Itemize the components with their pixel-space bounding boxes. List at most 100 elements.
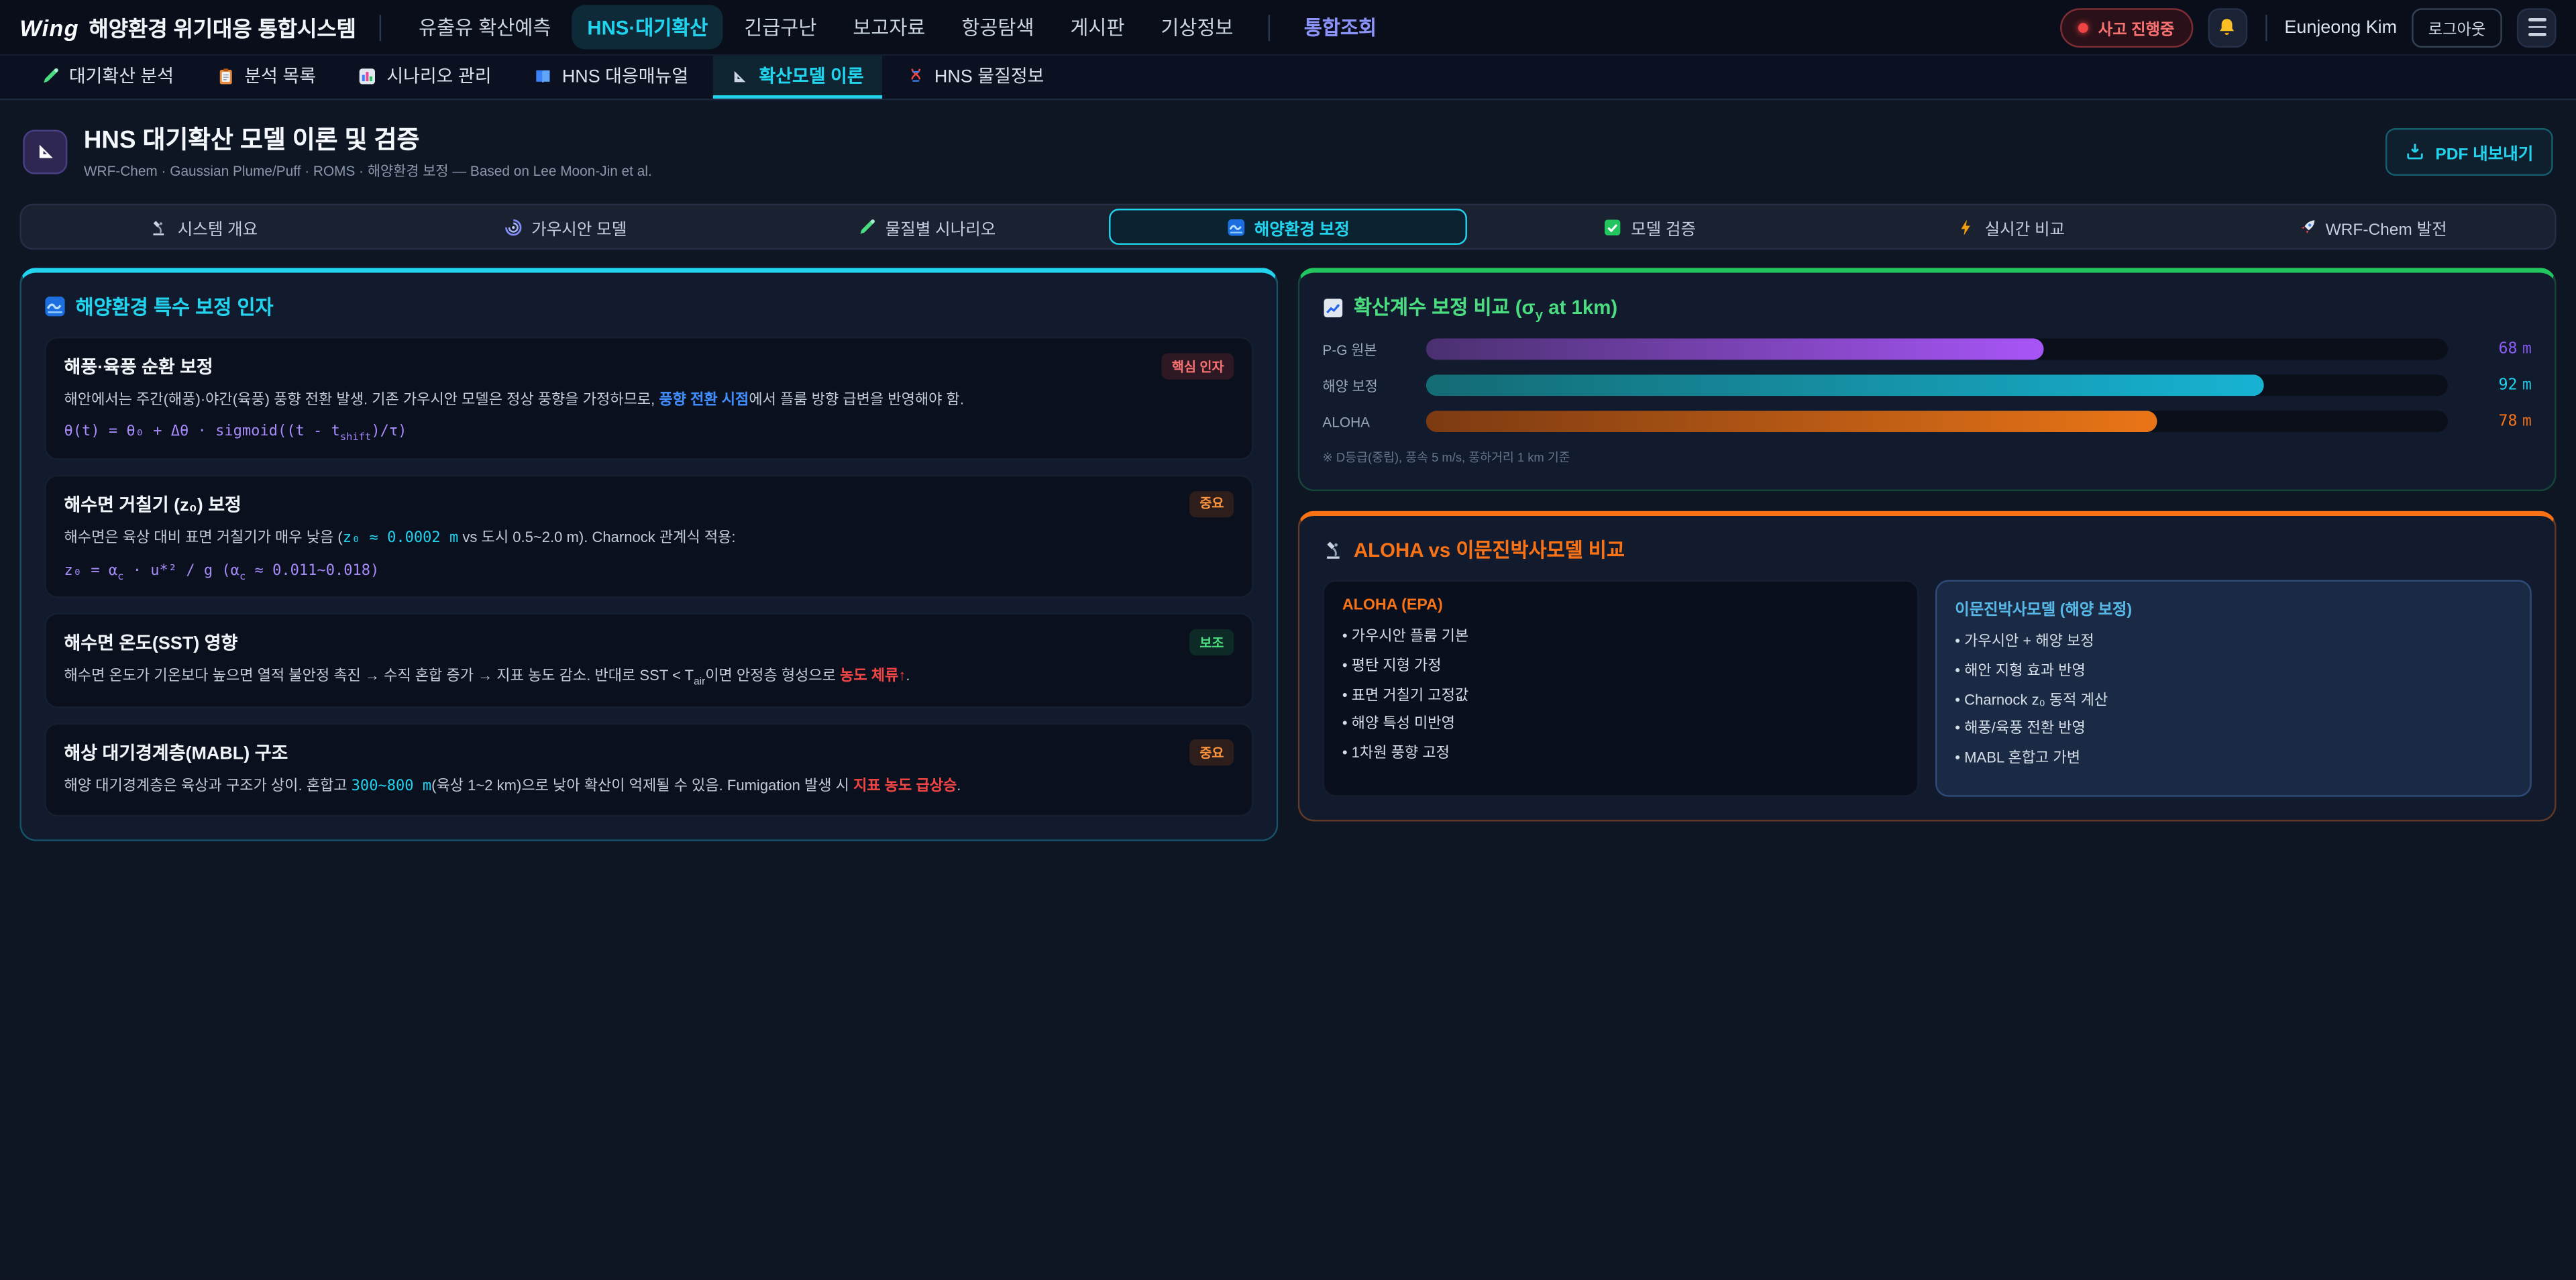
page-header: HNS 대기확산 모델 이론 및 검증 WRF-Chem · Gaussian … xyxy=(0,100,2576,194)
menu-button[interactable] xyxy=(2517,7,2557,47)
notifications-button[interactable] xyxy=(2207,7,2247,47)
section-tab-model-validation[interactable]: 모델 검증 xyxy=(1470,209,1829,245)
wave-icon xyxy=(44,296,66,317)
red-dot-icon xyxy=(2078,22,2088,32)
bar-value: 78m xyxy=(2463,413,2532,431)
tab-analysis-list[interactable]: 분석 목록 xyxy=(199,56,334,99)
topbar-right-cluster: 사고 진행중 Eunjeong Kim 로그아웃 xyxy=(2060,7,2556,47)
microscope-icon xyxy=(1322,539,1344,561)
user-name: Eunjeong Kim xyxy=(2284,17,2397,37)
bar-row-pg-original: P-G 원본 68m xyxy=(1322,339,2531,360)
page-subtitle: WRF-Chem · Gaussian Plume/Puff · ROMS · … xyxy=(84,161,652,180)
section-tab-strip: 시스템 개요 가우시안 모델 물질별 시나리오 해양환경 보정 모델 검증 실시… xyxy=(19,204,2556,250)
nav-item-aerial-search[interactable]: 항공탐색 xyxy=(947,5,1049,49)
dispersion-coefficient-panel-title: 확산계수 보정 비교 (σy at 1km) xyxy=(1322,292,2531,323)
card-formula: θ(t) = θ₀ + Δθ · sigmoid((t - tshift)/τ) xyxy=(64,424,1234,443)
section-tab-realtime-comparison[interactable]: 실시간 비교 xyxy=(1832,209,2190,245)
app-logo[interactable]: Wing 해양환경 위기대응 통합시스템 xyxy=(19,11,356,43)
section-tab-marine-correction[interactable]: 해양환경 보정 xyxy=(1109,209,1467,245)
lee-model-card: 이문진박사모델 (해양 보정) 가우시안 + 해양 보정 해안 지형 효과 반영… xyxy=(1935,580,2532,796)
bar-fill xyxy=(1426,375,2264,396)
chart-up-icon xyxy=(1322,297,1344,319)
divider xyxy=(2265,14,2266,40)
divider xyxy=(1268,14,1269,40)
list-item: 가우시안 플룸 기본 xyxy=(1342,627,1899,647)
section-tab-system-overview[interactable]: 시스템 개요 xyxy=(25,209,383,245)
app-root: Wing 해양환경 위기대응 통합시스템 유출유 확산예측 HNS·대기확산 긴… xyxy=(0,0,2576,1280)
cyclone-icon xyxy=(504,217,522,235)
main-content: 해양환경 특수 보정 인자 해풍·육풍 순환 보정 핵심 인자 해안에서는 주간… xyxy=(19,268,2556,841)
card-formula: z₀ = αc · u*² / g (αc ≈ 0.011~0.018) xyxy=(64,563,1234,582)
chart-footnote: ※ D등급(중립), 풍속 5 m/s, 풍하거리 1 km 기준 xyxy=(1322,449,2531,468)
bar-track xyxy=(1426,339,2448,360)
card-description: 해양 대기경계층은 육상과 구조가 상이. 혼합고 300~800 m(육상 1… xyxy=(64,776,1234,800)
list-item: 해양 특성 미반영 xyxy=(1342,714,1899,734)
list-item: 표면 거칠기 고정값 xyxy=(1342,684,1899,704)
lee-card-title: 이문진박사모델 (해양 보정) xyxy=(1955,597,2512,620)
download-tray-icon xyxy=(2406,142,2425,161)
triangle-ruler-icon xyxy=(34,140,56,162)
rocket-icon xyxy=(2298,217,2316,235)
main-nav: 유출유 확산예측 HNS·대기확산 긴급구난 보고자료 항공탐색 게시판 기상정… xyxy=(404,5,1391,49)
marine-correction-panel: 해양환경 특수 보정 인자 해풍·육풍 순환 보정 핵심 인자 해안에서는 주간… xyxy=(19,268,1278,841)
incident-status-badge[interactable]: 사고 진행중 xyxy=(2060,7,2192,47)
bar-row-marine-corrected: 해양 보정 92m xyxy=(1322,375,2531,396)
aloha-card-title: ALOHA (EPA) xyxy=(1342,597,1899,615)
pdf-export-button[interactable]: PDF 내보내기 xyxy=(2386,127,2553,175)
card-description: 해안에서는 주간(해풍)·야간(육풍) 풍향 전환 발생. 기존 가우시안 모델… xyxy=(64,389,1234,412)
tab-dispersion-analysis[interactable]: 대기확산 분석 xyxy=(23,56,192,99)
card-title: 해수면 온도(SST) 영향 xyxy=(64,630,238,656)
page-title: HNS 대기확산 모델 이론 및 검증 xyxy=(84,121,652,156)
logout-button[interactable]: 로그아웃 xyxy=(2412,7,2502,47)
tab-hns-manual[interactable]: HNS 대응매뉴얼 xyxy=(516,56,706,99)
tab-dispersion-model-theory[interactable]: 확산모델 이론 xyxy=(713,56,882,99)
nav-item-oil-spill[interactable]: 유출유 확산예측 xyxy=(404,5,566,49)
bar-label: P-G 원본 xyxy=(1322,340,1411,360)
bar-row-aloha: ALOHA 78m xyxy=(1322,411,2531,433)
clipboard-icon xyxy=(217,66,235,85)
triangle-ruler-icon xyxy=(731,66,749,85)
nav-item-board[interactable]: 게시판 xyxy=(1055,5,1139,49)
importance-badge: 보조 xyxy=(1190,630,1234,656)
section-tab-wrf-chem-advancement[interactable]: WRF-Chem 발전 xyxy=(2193,209,2551,245)
right-column: 확산계수 보정 비교 (σy at 1km) P-G 원본 68m 해양 보정 … xyxy=(1298,268,2557,820)
marine-correction-panel-title: 해양환경 특수 보정 인자 xyxy=(44,292,1253,321)
card-title: 해풍·육풍 순환 보정 xyxy=(64,354,213,380)
nav-item-reports[interactable]: 보고자료 xyxy=(838,5,940,49)
nav-item-integrated-search[interactable]: 통합조회 xyxy=(1289,5,1391,49)
tab-hns-substance-info[interactable]: HNS 물질정보 xyxy=(888,56,1062,99)
list-item: 해안 지형 효과 반영 xyxy=(1955,661,2512,681)
book-icon xyxy=(534,66,552,85)
nav-item-emergency-rescue[interactable]: 긴급구난 xyxy=(729,5,831,49)
tab-scenario-management[interactable]: 시나리오 관리 xyxy=(341,56,510,99)
card-description: 해수면 온도가 기온보다 높으면 열적 불안정 촉진 → 수직 혼합 증가 → … xyxy=(64,666,1234,692)
divider xyxy=(379,14,380,40)
section-tab-gaussian-model[interactable]: 가우시안 모델 xyxy=(386,209,745,245)
nav-item-weather[interactable]: 기상정보 xyxy=(1146,5,1248,49)
card-title: 해수면 거칠기 (z₀) 보정 xyxy=(64,491,241,517)
importance-badge: 중요 xyxy=(1190,491,1234,517)
correction-card-sea-land-breeze: 해풍·육풍 순환 보정 핵심 인자 해안에서는 주간(해풍)·야간(육풍) 풍향… xyxy=(44,337,1253,460)
model-comparison-panel: ALOHA vs 이문진박사모델 비교 ALOHA (EPA) 가우시안 플룸 … xyxy=(1298,512,2557,821)
nav-item-hns-dispersion[interactable]: HNS·대기확산 xyxy=(572,5,722,49)
top-navigation-bar: Wing 해양환경 위기대응 통합시스템 유출유 확산예측 HNS·대기확산 긴… xyxy=(0,0,2576,56)
page-header-icon-box xyxy=(23,129,67,173)
card-title: 해상 대기경계층(MABL) 구조 xyxy=(64,739,288,765)
importance-badge: 핵심 인자 xyxy=(1162,354,1234,380)
bar-chart-icon xyxy=(359,66,377,85)
list-item: Charnock z₀ 동적 계산 xyxy=(1955,690,2512,710)
logo-title: 해양환경 위기대응 통합시스템 xyxy=(89,11,356,43)
page-header-text: HNS 대기확산 모델 이론 및 검증 WRF-Chem · Gaussian … xyxy=(84,121,652,180)
correction-card-sst-effect: 해수면 온도(SST) 영향 보조 해수면 온도가 기온보다 높으면 열적 불안… xyxy=(44,614,1253,708)
logo-mark: Wing xyxy=(19,14,78,40)
correction-card-surface-roughness: 해수면 거칠기 (z₀) 보정 중요 해수면은 육상 대비 표면 거칠기가 매우… xyxy=(44,474,1253,598)
model-comparison-panel-title: ALOHA vs 이문진박사모델 비교 xyxy=(1322,536,2531,564)
pencil-icon xyxy=(857,217,875,235)
check-icon xyxy=(1603,217,1621,235)
card-description: 해수면은 육상 대비 표면 거칠기가 매우 낮음 (z₀ ≈ 0.0002 m … xyxy=(64,527,1234,551)
dispersion-coefficient-panel: 확산계수 보정 비교 (σy at 1km) P-G 원본 68m 해양 보정 … xyxy=(1298,268,2557,492)
section-tab-substance-scenarios[interactable]: 물질별 시나리오 xyxy=(747,209,1106,245)
bar-fill xyxy=(1426,339,2045,360)
list-item: 가우시안 + 해양 보정 xyxy=(1955,631,2512,651)
bar-track xyxy=(1426,411,2448,433)
